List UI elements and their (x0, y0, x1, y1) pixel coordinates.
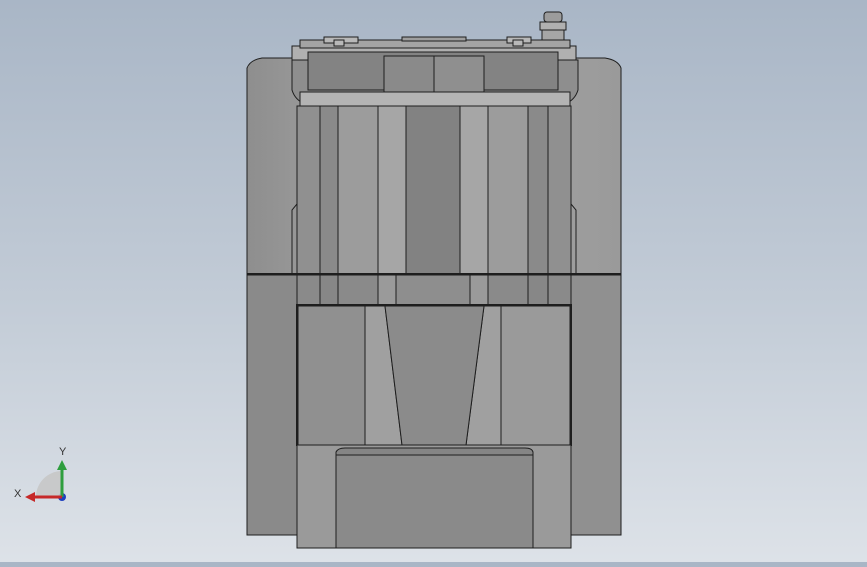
fitting-knob (539, 11, 567, 41)
bridge-bar (299, 91, 571, 107)
triad-plane (36, 471, 62, 497)
stub-right-b (527, 274, 549, 306)
column-left-outer (319, 105, 339, 275)
column-right-mid (487, 105, 529, 275)
column-left-inner (377, 105, 407, 275)
model-view[interactable]: X Y (0, 0, 867, 562)
base-pocket-face (335, 454, 534, 549)
center-funnel-top (395, 274, 471, 306)
cad-model (246, 11, 622, 549)
stub-left-b (377, 274, 397, 306)
stub-right-a (469, 274, 489, 306)
column-left-mid (337, 105, 379, 275)
lower-left-wall (246, 274, 298, 536)
center-core (405, 105, 461, 275)
top-slot (401, 36, 467, 42)
x-axis-label: X (14, 488, 22, 500)
y-arrow-icon (57, 460, 67, 470)
cavity-left-block (297, 305, 366, 446)
stub-left-a (319, 274, 339, 306)
y-axis-label: Y (59, 446, 67, 458)
3d-viewport[interactable]: X Y (0, 0, 867, 562)
lower-right-wall (570, 274, 622, 536)
center-wedge (384, 305, 485, 446)
column-right-inner (459, 105, 489, 275)
view-triad[interactable]: X Y (14, 446, 67, 502)
cavity-right-block (500, 305, 571, 446)
x-arrow-icon (25, 492, 35, 502)
column-right-outer (527, 105, 549, 275)
